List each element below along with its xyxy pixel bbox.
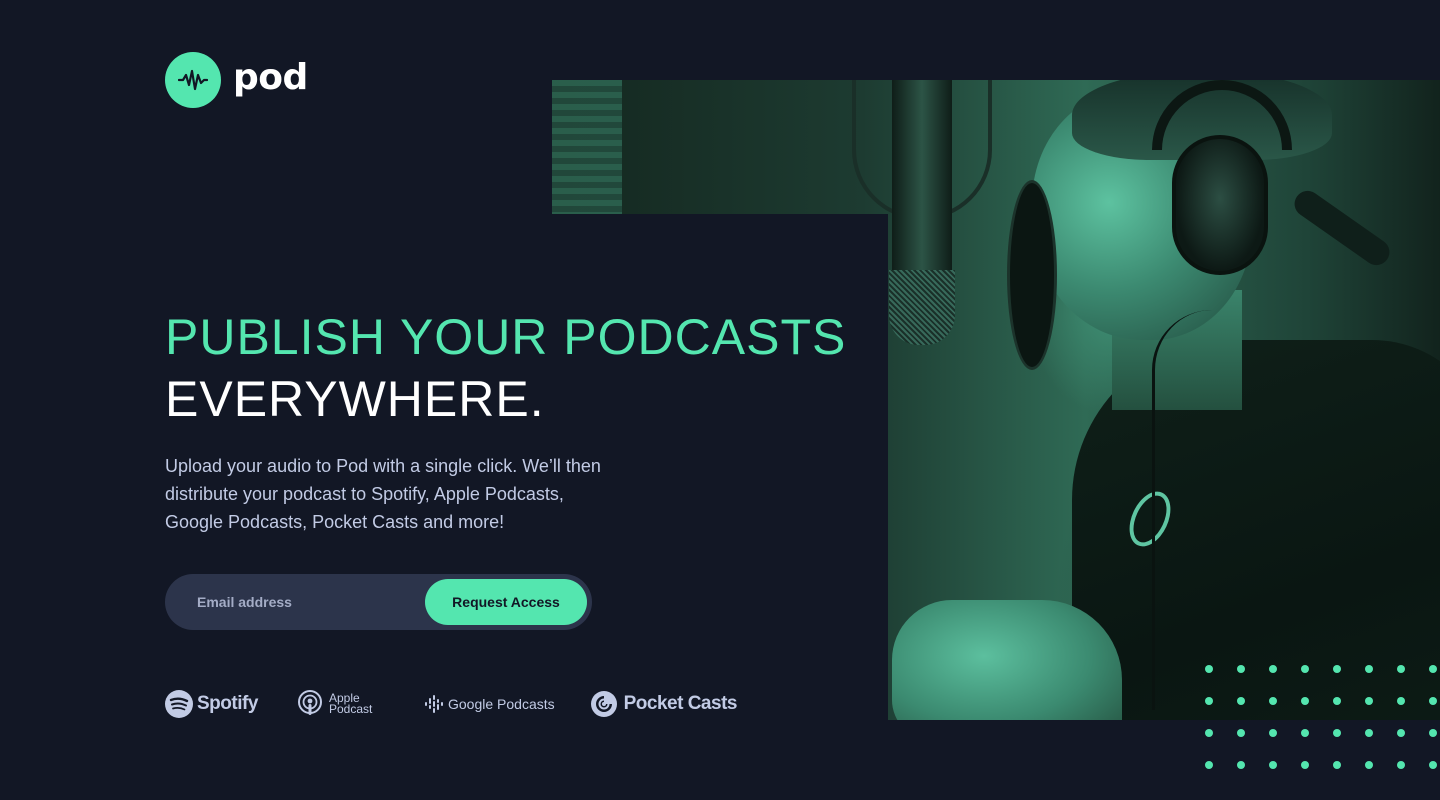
headline-line-2: EVERYWHERE. (165, 371, 545, 427)
dot-pattern (1205, 665, 1440, 775)
platform-apple-podcasts: Apple Podcast (297, 690, 389, 718)
spotify-icon (165, 690, 193, 718)
landing-page: pod PUBLISH YOUR PODCASTS EVERYWHERE. Up… (0, 0, 1440, 800)
hero-description: Upload your audio to Pod with a single c… (165, 456, 601, 532)
google-podcasts-icon (425, 695, 443, 713)
platform-name: Pocket Casts (623, 693, 738, 714)
platform-google-podcasts: Google Podcasts (425, 694, 555, 714)
apple-podcasts-icon (298, 690, 322, 715)
platform-name: Google Podcasts (448, 696, 555, 712)
pocket-casts-icon (590, 691, 617, 717)
platform-logos: Spotify Apple Podcast Google Podcasts Po… (165, 690, 737, 718)
platform-name: Spotify (197, 693, 258, 714)
request-access-button[interactable]: Request Access (425, 579, 587, 625)
platform-name-line-2: Podcast (329, 702, 373, 716)
headphones-ear-cup (1172, 135, 1268, 275)
logo-wordmark: pod (233, 56, 308, 98)
pop-filter (1007, 180, 1057, 370)
headline-line-1: PUBLISH YOUR PODCASTS (165, 309, 847, 365)
hero-headline: PUBLISH YOUR PODCASTS EVERYWHERE. (165, 306, 846, 430)
host-hand (892, 600, 1122, 720)
headphone-cable (1152, 310, 1212, 710)
email-input[interactable] (197, 574, 417, 630)
platform-name: Apple Podcast (329, 692, 389, 716)
platform-spotify: Spotify (165, 690, 261, 718)
site-logo[interactable]: pod (165, 52, 308, 108)
microphone-grill (889, 270, 955, 345)
waveform-icon (165, 52, 221, 108)
access-request-form: Request Access (165, 574, 592, 630)
cap-brim (1289, 185, 1395, 271)
studio-background (552, 80, 622, 214)
platform-pocket-casts: Pocket Casts (590, 691, 738, 717)
